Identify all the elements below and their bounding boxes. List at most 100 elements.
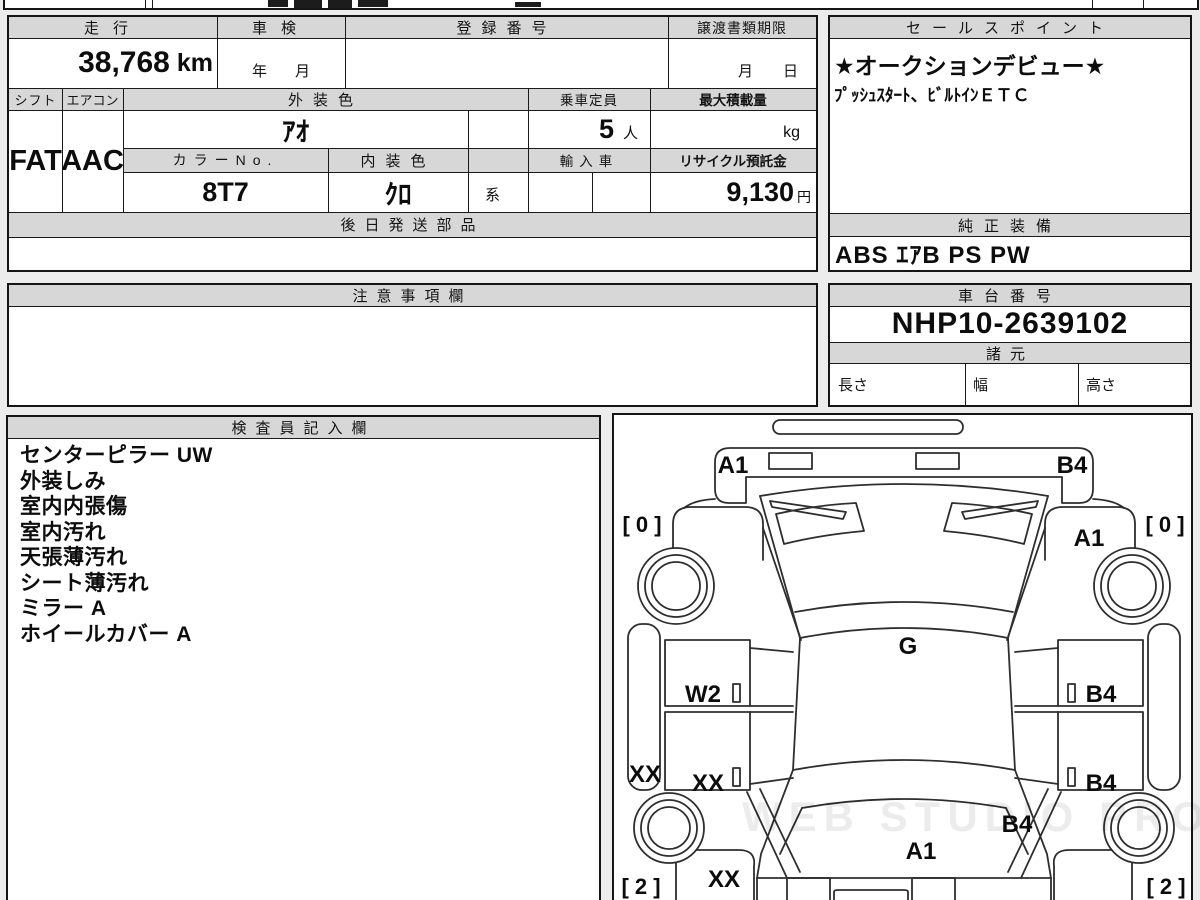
hatch-side-left xyxy=(779,807,803,855)
clipped-text-fragment xyxy=(328,0,352,8)
damage-label-roof: G xyxy=(899,633,918,660)
recycle-deposit-unit: 円 xyxy=(797,188,811,205)
inspector-note: ホイールカバー A xyxy=(20,622,192,646)
capacity-value: 5人 xyxy=(528,110,650,148)
mileage-number: 38,768 xyxy=(78,46,170,79)
notes-header: 注意事項欄 xyxy=(352,288,473,305)
spec-height-label: 高さ xyxy=(1086,376,1117,394)
aircon-value: AAC xyxy=(61,144,124,177)
max-load-unit: kg xyxy=(783,124,800,141)
registration-header: 登録番号 xyxy=(456,20,557,37)
max-load-header: 最大積載量 xyxy=(699,93,767,108)
sales-point-line2: ﾌﾟｯｼｭｽﾀｰﾄ、ﾋﾞﾙﾄｲﾝＥＴＣ xyxy=(834,86,1030,105)
divider xyxy=(1092,0,1093,9)
chassis-header: 車台番号 xyxy=(957,288,1062,305)
damage-label-front-panel-right: B4 xyxy=(1057,452,1088,479)
inspector-notes-header: 検査員記入欄 xyxy=(231,420,376,437)
inspector-note: 外装しみ xyxy=(20,469,106,493)
inspection-header: 車検 xyxy=(251,20,310,37)
roof-side-right xyxy=(1007,637,1016,771)
equipment-value: ABS ｴｱB PS PW xyxy=(835,242,1031,269)
chassis-number: NHP10-2639102 xyxy=(891,307,1129,340)
mileage-value: 38,768 km xyxy=(9,38,217,88)
deadline-month-label: 月 xyxy=(737,62,753,80)
wheel-front-right xyxy=(1093,547,1171,625)
wheel-rear-right xyxy=(1103,792,1175,864)
import-car-header: 輸入車 xyxy=(559,154,619,169)
inspector-note: 天張薄汚れ xyxy=(20,546,128,569)
aircon-header: エアコン xyxy=(66,92,119,108)
grid-line xyxy=(9,237,816,238)
inspector-note: センターピラー UW xyxy=(20,444,213,467)
rear-lamp-right xyxy=(911,877,956,900)
recycle-deposit-value: 9,130 円 xyxy=(650,172,816,212)
clipped-text-fragment xyxy=(294,0,322,8)
clipped-top-row xyxy=(3,0,1199,10)
damage-label-rocker-left: XX xyxy=(629,761,661,788)
interior-color-cell: ｸﾛ 系 xyxy=(328,172,501,212)
inspector-notes-list: センターピラー UW 外装しみ 室内内張傷 室内汚れ 天張薄汚れ シート薄汚れ … xyxy=(20,443,590,647)
inspection-month-label: 月 xyxy=(295,62,311,80)
divider xyxy=(1143,0,1144,9)
color-no-header: カラーNo. xyxy=(172,152,279,168)
car-damage-diagram: A1 B4 [ 0 ] [ 0 ] A1 G W2 B4 XX XX B4 B4… xyxy=(621,419,1186,900)
spec-width-label: 幅 xyxy=(973,376,989,394)
tire-depth-front-left: [ 0 ] xyxy=(622,512,661,537)
grid-line xyxy=(468,110,469,148)
divider xyxy=(152,0,153,9)
sales-point-line1: ★オークションデビュー★ xyxy=(834,53,1106,79)
damage-label-front-door-right: B4 xyxy=(1086,681,1117,708)
divider xyxy=(145,0,146,9)
capacity-number: 5 xyxy=(598,113,614,144)
transfer-deadline-placeholder: 月日 xyxy=(668,38,816,88)
damage-label-rear-quarter-right: B4 xyxy=(1002,811,1033,838)
roof-side-left xyxy=(792,637,801,771)
exterior-color-value: ｱｵ xyxy=(282,116,309,147)
sales-point-header: セールスポイント xyxy=(905,20,1114,37)
interior-color-suffix: 系 xyxy=(484,187,500,204)
grid-line xyxy=(8,438,599,439)
interior-color-header: 内装色 xyxy=(360,152,436,170)
inspector-note: ミラー A xyxy=(20,597,107,620)
shift-header: シフト xyxy=(14,92,57,108)
headlight-left xyxy=(768,452,813,470)
rear-lamp-left xyxy=(786,877,831,900)
grid-line xyxy=(830,38,1190,39)
a-pillar-outer-right xyxy=(1006,527,1046,641)
damage-label-front-fender-right: A1 xyxy=(1074,525,1105,552)
damage-label-rear-door-right: B4 xyxy=(1086,770,1117,797)
clipped-text-fragment xyxy=(515,2,541,7)
mileage-unit: km xyxy=(176,48,213,77)
color-no-value: 8T7 xyxy=(202,176,249,207)
recycle-deposit-number: 9,130 xyxy=(726,176,794,207)
auction-sheet: 走行 車検 登録番号 譲渡書類期限 38,768 km 年月 月日 シフト エアコ… xyxy=(0,0,1200,900)
shift-value: FAT xyxy=(9,144,62,177)
capacity-header: 乗車定員 xyxy=(560,93,618,108)
inspection-year-label: 年 xyxy=(251,62,267,80)
transfer-deadline-header: 譲渡書類期限 xyxy=(697,19,787,36)
inspector-note: 室内内張傷 xyxy=(20,495,128,518)
windshield-bottom-arc xyxy=(794,601,1014,613)
damage-label-rear-gate: A1 xyxy=(906,838,937,865)
clipped-text-fragment xyxy=(268,0,288,7)
inspector-note: 室内汚れ xyxy=(20,520,106,544)
grid-line xyxy=(592,172,593,212)
spec-length-label: 長さ xyxy=(838,376,869,394)
tire-depth-front-right: [ 0 ] xyxy=(1145,512,1184,537)
headlight-right xyxy=(915,452,960,470)
front-bumper-strip xyxy=(772,419,964,435)
wheel-front-left xyxy=(637,547,715,625)
rocker-panel-right xyxy=(1147,623,1181,791)
grid-line xyxy=(468,148,469,212)
damage-label-front-panel-left: A1 xyxy=(718,452,749,479)
later-parts-header: 後日発送部品 xyxy=(340,217,485,234)
damage-label-rear-door-left: XX xyxy=(692,770,724,797)
clipped-text-fragment xyxy=(358,0,388,7)
cowl-arc xyxy=(759,483,1049,497)
deadline-day-label: 日 xyxy=(782,62,798,80)
inspection-placeholder: 年月 xyxy=(217,38,345,88)
tire-depth-rear-left: [ 2 ] xyxy=(621,874,660,899)
interior-color-value: ｸﾛ xyxy=(384,179,412,210)
a-pillar-outer-left xyxy=(762,527,802,641)
damage-label-rear-quarter-left: XX xyxy=(708,866,740,893)
